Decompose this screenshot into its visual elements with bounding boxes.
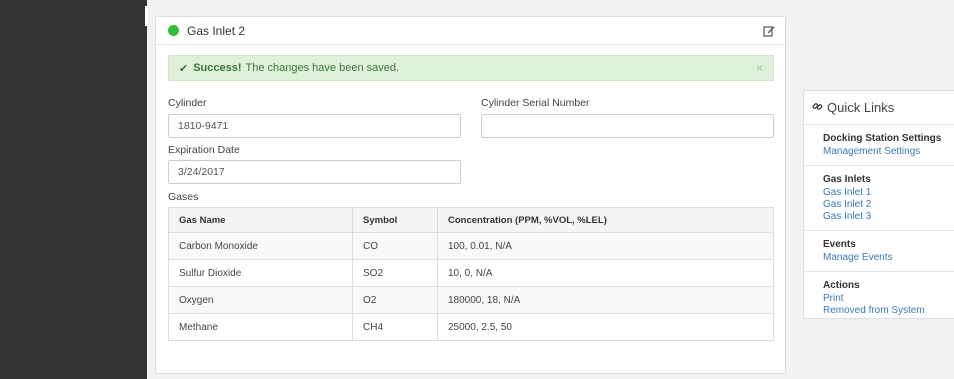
table-row: Sulfur Dioxide SO2 10, 0, N/A [168,259,774,287]
gas-inlet-panel: Gas Inlet 2 ✔ Success! The changes have … [155,16,786,374]
edit-icon[interactable] [763,25,775,37]
concentration-cell: 25000, 2.5, 50 [437,313,774,341]
ql-heading-actions: Actions [823,280,860,291]
concentration-cell: 180000, 18, N/A [437,286,774,314]
table-row: Oxygen O2 180000, 18, N/A [168,286,774,314]
concentration-cell: 10, 0, N/A [437,259,774,287]
ql-link-gas-inlet-3[interactable]: Gas Inlet 3 [823,211,954,223]
ql-link-management-settings[interactable]: Management Settings [823,146,954,158]
ql-link-manage-events[interactable]: Manage Events [823,252,954,264]
quick-links-panel: Quick Links Docking Station Settings Man… [803,90,954,319]
ql-section-gas-inlets: Gas Inlets Gas Inlet 1 Gas Inlet 2 Gas I… [804,166,954,231]
gases-table: Gas Name Symbol Concentration (PPM, %VOL… [168,207,774,341]
alert-message: The changes have been saved. [245,62,400,74]
alert-strong: Success! [193,62,242,74]
cylinder-input[interactable] [168,114,461,138]
status-indicator [168,25,179,36]
quick-links-header: Quick Links [804,91,954,125]
cylinder-serial-label: Cylinder Serial Number [481,97,590,109]
quick-links-title: Quick Links [827,100,895,115]
ql-link-print[interactable]: Print [823,293,954,305]
ql-section-docking-station: Docking Station Settings Management Sett… [804,125,954,166]
symbol-cell: SO2 [352,259,438,287]
ql-heading-docking-station: Docking Station Settings [823,133,942,144]
expiration-date-label: Expiration Date [168,144,240,156]
table-header-row: Gas Name Symbol Concentration (PPM, %VOL… [168,207,774,233]
symbol-cell: O2 [352,286,438,314]
link-icon [812,101,823,115]
ql-heading-gas-inlets: Gas Inlets [823,174,871,185]
gas-name-cell: Sulfur Dioxide [168,259,353,287]
expiration-date-input[interactable] [168,160,461,184]
column-header-concentration: Concentration (PPM, %VOL, %LEL) [437,207,774,233]
gases-label: Gases [168,191,199,203]
table-row: Methane CH4 25000, 2.5, 50 [168,313,774,341]
cylinder-label: Cylinder [168,97,207,109]
symbol-cell: CO [352,232,438,260]
gas-name-cell: Oxygen [168,286,353,314]
table-row: Carbon Monoxide CO 100, 0.01, N/A [168,232,774,260]
column-header-symbol: Symbol [352,207,438,233]
ql-link-gas-inlet-1[interactable]: Gas Inlet 1 [823,187,954,199]
concentration-cell: 100, 0.01, N/A [437,232,774,260]
ql-link-removed-from-system[interactable]: Removed from System [823,305,954,317]
panel-title: Gas Inlet 2 [187,23,246,38]
cylinder-serial-input[interactable] [481,114,774,138]
ql-section-actions: Actions Print Removed from System [804,272,954,324]
panel-header: Gas Inlet 2 [156,17,785,45]
gas-name-cell: Carbon Monoxide [168,232,353,260]
symbol-cell: CH4 [352,313,438,341]
success-alert: ✔ Success! The changes have been saved. … [168,55,774,81]
gas-name-cell: Methane [168,313,353,341]
sidebar-active-indicator [145,6,148,26]
ql-heading-events: Events [823,239,856,250]
left-sidebar [0,0,147,379]
ql-section-events: Events Manage Events [804,231,954,272]
column-header-gas-name: Gas Name [168,207,353,233]
alert-close-button[interactable]: × [756,61,763,75]
ql-link-gas-inlet-2[interactable]: Gas Inlet 2 [823,199,954,211]
checkmark-icon: ✔ [179,62,189,75]
